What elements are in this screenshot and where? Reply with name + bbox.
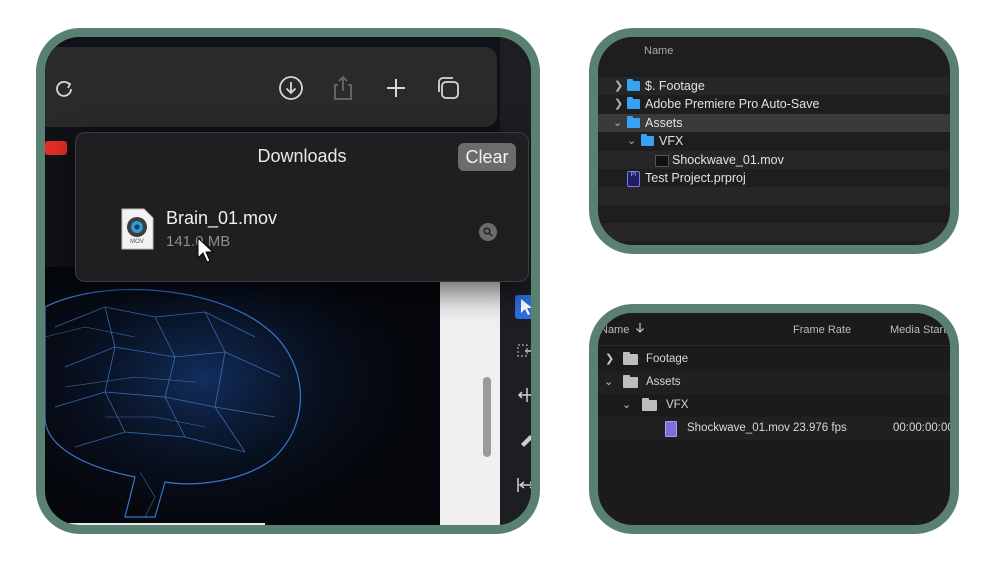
tool-strip [500, 37, 531, 525]
youtube-icon[interactable] [45, 141, 67, 155]
folder-icon [627, 97, 640, 109]
empty-row [598, 223, 950, 241]
chevron-right-icon[interactable]: ❯ [605, 348, 614, 371]
download-file-name[interactable]: Brain_01.mov [166, 208, 277, 229]
folder-icon [623, 375, 638, 388]
name-column-header[interactable]: Name [600, 324, 629, 336]
video-clip-icon [665, 421, 677, 437]
folder-icon [627, 116, 640, 128]
tree-row[interactable]: Shockwave_01.mov [598, 151, 950, 169]
empty-row [598, 205, 950, 223]
bin-row-label: VFX [666, 399, 689, 411]
tree-row[interactable]: Pr Test Project.prproj [598, 169, 950, 187]
brain-wireframe-image [45, 267, 440, 525]
media-start-column-header[interactable]: Media Start [890, 324, 946, 336]
bin-row[interactable]: ⌄ VFX [598, 394, 950, 417]
tree-row-label: Assets [645, 116, 683, 130]
chevron-down-icon[interactable]: ⌄ [604, 371, 613, 394]
tree-row-label: Adobe Premiere Pro Auto-Save [645, 97, 820, 111]
downloads-icon[interactable] [276, 73, 306, 103]
new-tab-icon[interactable] [381, 73, 411, 103]
empty-row [598, 187, 950, 205]
project-header: Name [598, 37, 950, 69]
browser-downloads-panel: Downloads Clear MOV Brain_01.mov 141.0 M… [36, 28, 540, 534]
chevron-right-icon[interactable]: ❯ [614, 95, 623, 113]
chevron-down-icon[interactable]: ⌄ [613, 114, 622, 132]
folder-icon [627, 79, 640, 91]
video-frame-outline [65, 523, 265, 525]
frame-rate-cell: 23.976 fps [793, 422, 847, 434]
scrollbar[interactable] [483, 377, 491, 457]
ripple-edit-tool-icon[interactable] [515, 383, 531, 407]
tree-row[interactable]: ❯ Adobe Premiere Pro Auto-Save [598, 95, 950, 113]
tree-row-label: VFX [659, 134, 684, 148]
selection-tool-icon[interactable] [515, 295, 531, 319]
folder-icon [623, 352, 638, 365]
premiere-project-icon: Pr [627, 171, 640, 187]
downloads-popover: Downloads Clear MOV Brain_01.mov 141.0 M… [75, 132, 529, 282]
bin-row[interactable]: Shockwave_01.mov 23.976 fps 00:00:00:00 [598, 417, 954, 440]
browser-toolbar [45, 47, 497, 127]
slip-tool-icon[interactable] [515, 473, 531, 497]
sort-down-icon[interactable] [635, 322, 645, 337]
mouse-cursor-icon [197, 236, 217, 268]
bin-row-label: Shockwave_01.mov [687, 422, 790, 434]
bin-row[interactable]: ⌄ Assets [598, 371, 950, 394]
tree-row[interactable]: ❯ $. Footage [598, 77, 950, 95]
tree-row-label: Test Project.prproj [645, 171, 746, 185]
frame-rate-column-header[interactable]: Frame Rate [793, 324, 851, 336]
mov-file-icon[interactable]: MOV [120, 208, 154, 250]
razor-tool-icon[interactable] [515, 429, 531, 453]
chevron-down-icon[interactable]: ⌄ [622, 394, 631, 417]
clear-button[interactable]: Clear [458, 143, 516, 171]
chevron-right-icon[interactable]: ❯ [614, 77, 623, 95]
media-start-cell: 00:00:00:00 [893, 422, 954, 434]
bin-header: Name Frame Rate Media Start [598, 313, 950, 346]
track-select-tool-icon[interactable] [515, 339, 531, 363]
share-icon[interactable] [328, 73, 358, 103]
video-clip-icon [655, 155, 669, 167]
tree-row[interactable]: ⌄ VFX [598, 132, 950, 150]
tree-row-label: $. Footage [645, 79, 705, 93]
premiere-bin-panel: Name Frame Rate Media Start ❯ Footage ⌄ … [589, 304, 959, 534]
bin-row[interactable]: ❯ Footage [598, 348, 950, 371]
sidebar-page-column [440, 272, 500, 525]
tab-overview-icon[interactable] [433, 73, 463, 103]
folder-icon [642, 398, 657, 411]
folder-icon [641, 134, 654, 146]
bin-row-label: Footage [646, 353, 689, 365]
chevron-down-icon[interactable]: ⌄ [627, 132, 636, 150]
name-column-header[interactable]: Name [644, 45, 673, 57]
tree-row[interactable]: ⌄ Assets [598, 114, 950, 132]
bin-row-label: Assets [646, 376, 681, 388]
reload-icon[interactable] [49, 73, 79, 103]
tree-row-label: Shockwave_01.mov [672, 153, 784, 167]
show-in-finder-icon[interactable] [479, 223, 497, 241]
project-files-panel: Name ❯ $. Footage ❯ Adobe Premiere Pro A… [589, 28, 959, 254]
file-type-label: MOV [130, 239, 144, 245]
